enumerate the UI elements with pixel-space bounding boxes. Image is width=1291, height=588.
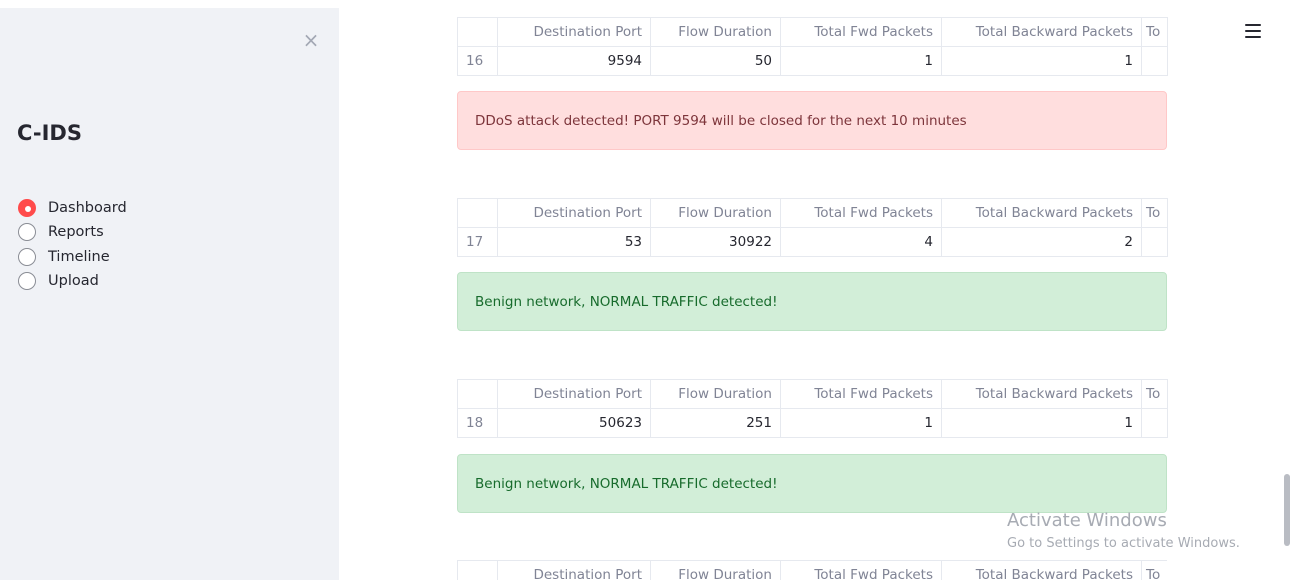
top-strip — [0, 0, 1291, 8]
nav-label: Dashboard — [48, 200, 127, 217]
table-header-row: Destination Port Flow Duration Total Fwd… — [457, 379, 1168, 409]
column-header: Total Backward Packets — [941, 198, 1142, 228]
hamburger-menu-icon[interactable] — [1245, 24, 1261, 40]
cell: 50 — [650, 46, 781, 76]
sidebar: × C-IDS Dashboard Reports Timeline Uploa… — [0, 8, 339, 580]
nav-item-reports[interactable]: Reports — [18, 220, 127, 244]
table-row: 18 50623 251 1 1 — [457, 408, 1168, 438]
nav-label: Upload — [48, 273, 99, 290]
dataframe[interactable]: Destination Port Flow Duration Total Fwd… — [457, 379, 1168, 438]
column-header: Total Backward Packets — [941, 379, 1142, 409]
cell: 1 — [941, 408, 1142, 438]
index-header — [457, 17, 498, 47]
nav-label: Timeline — [48, 248, 110, 265]
column-header: Flow Duration — [650, 560, 781, 580]
nav-label: Reports — [48, 224, 104, 241]
row-index: 18 — [457, 408, 498, 438]
column-header: Destination Port — [497, 560, 651, 580]
column-header: To — [1141, 198, 1168, 228]
cell: 2 — [941, 227, 1142, 257]
column-header: Destination Port — [497, 198, 651, 228]
column-header: Total Backward Packets — [941, 17, 1142, 47]
column-header: To — [1141, 379, 1168, 409]
radio-selected-icon[interactable] — [18, 199, 36, 218]
column-header: Total Fwd Packets — [780, 198, 942, 228]
alert-message: Benign network, NORMAL TRAFFIC detected! — [475, 475, 778, 492]
cell — [1141, 227, 1168, 257]
dataframe-partial[interactable]: Destination Port Flow Duration Total Fwd… — [457, 560, 1167, 580]
cell: 251 — [650, 408, 781, 438]
cell: 30922 — [650, 227, 781, 257]
column-header: Flow Duration — [650, 198, 781, 228]
close-icon[interactable]: × — [301, 30, 321, 50]
table-row: 17 53 30922 4 2 — [457, 227, 1168, 257]
radio-icon[interactable] — [18, 223, 36, 242]
cell: 4 — [780, 227, 942, 257]
column-header: Total Fwd Packets — [780, 379, 942, 409]
column-header: Total Fwd Packets — [780, 560, 942, 580]
column-header: To — [1141, 560, 1167, 580]
cell: 1 — [941, 46, 1142, 76]
column-header: Total Backward Packets — [941, 560, 1142, 580]
alert-success: Benign network, NORMAL TRAFFIC detected! — [457, 272, 1167, 331]
dataframe[interactable]: Destination Port Flow Duration Total Fwd… — [457, 198, 1168, 257]
radio-icon[interactable] — [18, 272, 36, 291]
column-header: Destination Port — [497, 379, 651, 409]
cell: 9594 — [497, 46, 651, 76]
column-header: Total Fwd Packets — [780, 17, 942, 47]
nav-item-dashboard[interactable]: Dashboard — [18, 196, 127, 220]
nav-radio-group: Dashboard Reports Timeline Upload — [18, 196, 127, 293]
index-header — [457, 379, 498, 409]
watermark-subtitle: Go to Settings to activate Windows. — [1007, 536, 1240, 551]
column-header: Destination Port — [497, 17, 651, 47]
watermark-title: Activate Windows — [1007, 510, 1167, 531]
nav-item-timeline[interactable]: Timeline — [18, 245, 127, 269]
dataframe[interactable]: Destination Port Flow Duration Total Fwd… — [457, 17, 1168, 76]
column-header: To — [1141, 17, 1168, 47]
row-index: 16 — [457, 46, 498, 76]
table-header-row: Destination Port Flow Duration Total Fwd… — [457, 198, 1168, 228]
radio-icon[interactable] — [18, 247, 36, 266]
column-header: Flow Duration — [650, 17, 781, 47]
alert-message: Benign network, NORMAL TRAFFIC detected! — [475, 293, 778, 310]
activate-windows-watermark: Activate Windows Go to Settings to activ… — [1007, 510, 1240, 554]
alert-message: DDoS attack detected! PORT 9594 will be … — [475, 112, 967, 129]
index-header — [457, 560, 498, 580]
table-row: 16 9594 50 1 1 — [457, 46, 1168, 76]
cell: 50623 — [497, 408, 651, 438]
table-header-row: Destination Port Flow Duration Total Fwd… — [457, 17, 1168, 47]
alert-success: Benign network, NORMAL TRAFFIC detected! — [457, 454, 1167, 513]
cell — [1141, 408, 1168, 438]
table-header-row: Destination Port Flow Duration Total Fwd… — [457, 560, 1167, 580]
cell: 53 — [497, 227, 651, 257]
cell: 1 — [780, 46, 942, 76]
app-title: C-IDS — [17, 121, 82, 145]
nav-item-upload[interactable]: Upload — [18, 269, 127, 293]
cell — [1141, 46, 1168, 76]
scrollbar-thumb[interactable] — [1284, 474, 1290, 546]
cell: 1 — [780, 408, 942, 438]
row-index: 17 — [457, 227, 498, 257]
alert-error: DDoS attack detected! PORT 9594 will be … — [457, 91, 1167, 150]
column-header: Flow Duration — [650, 379, 781, 409]
index-header — [457, 198, 498, 228]
